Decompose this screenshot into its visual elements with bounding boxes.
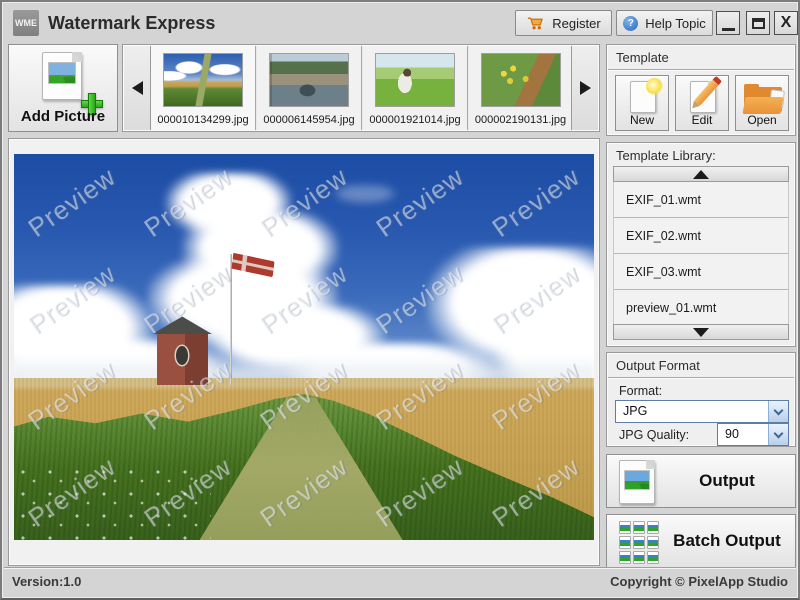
format-label: Format: xyxy=(619,384,662,398)
divider xyxy=(608,69,794,70)
template-group-title: Template xyxy=(616,50,669,65)
thumbnail-image xyxy=(269,53,349,107)
format-value: JPG xyxy=(623,401,647,422)
library-scroll-up-button[interactable] xyxy=(613,166,789,182)
thumbnail-filename: 000002190131.jpg xyxy=(469,114,572,126)
status-bar: Version:1.0 Copyright © PixelApp Studio xyxy=(4,567,796,596)
thumbnail-image xyxy=(375,53,455,107)
library-item[interactable]: EXIF_03.wmt xyxy=(614,254,788,290)
scroll-right-button[interactable] xyxy=(571,46,598,130)
chevron-down-icon xyxy=(693,328,709,337)
maximize-icon xyxy=(752,18,765,29)
divider xyxy=(608,377,794,378)
thumbnail-filename: 000001921014.jpg xyxy=(363,114,467,126)
template-new-button[interactable]: New xyxy=(615,75,669,131)
chevron-right-icon xyxy=(580,81,591,95)
library-item[interactable]: preview_01.wmt xyxy=(614,290,788,326)
register-label: Register xyxy=(552,16,600,31)
chevron-down-icon xyxy=(774,405,784,415)
minimize-button[interactable] xyxy=(716,11,740,35)
new-glow-icon xyxy=(646,78,663,95)
batch-output-label: Batch Output xyxy=(665,515,789,567)
cart-icon xyxy=(526,15,545,31)
thumbnail-item[interactable]: 000002190131.jpg xyxy=(469,46,573,130)
template-group: Template New Edit Open xyxy=(606,44,796,136)
template-library-title: Template Library: xyxy=(616,148,716,163)
thumbnail-item[interactable]: 000006145954.jpg xyxy=(257,46,362,130)
thumbnail-filename: 000006145954.jpg xyxy=(257,114,361,126)
library-item[interactable]: EXIF_02.wmt xyxy=(614,218,788,254)
thumbnail-image xyxy=(163,53,243,107)
thumbnail-strip: 000010134299.jpg 000006145954.jpg 000001… xyxy=(122,44,600,132)
thumbnail-item[interactable]: 000010134299.jpg xyxy=(151,46,256,130)
template-library-list: EXIF_01.wmt EXIF_02.wmt EXIF_03.wmt prev… xyxy=(613,182,789,326)
close-button[interactable]: X xyxy=(774,11,798,35)
watermark-layer: PreviewPreviewPreviewPreviewPreviewPrevi… xyxy=(14,154,594,540)
library-scroll-down-button[interactable] xyxy=(613,324,789,340)
quality-label: JPG Quality: xyxy=(619,428,689,442)
preview-panel: PreviewPreviewPreviewPreviewPreviewPrevi… xyxy=(8,138,600,566)
chevron-up-icon xyxy=(693,170,709,179)
output-label: Output xyxy=(665,455,789,507)
thumbnail-image xyxy=(481,53,561,107)
open-label: Open xyxy=(736,113,788,127)
template-open-button[interactable]: Open xyxy=(735,75,789,131)
output-button[interactable]: Output xyxy=(606,454,796,508)
version-text: Version:1.0 xyxy=(12,568,81,596)
dropdown-arrow-button[interactable] xyxy=(768,424,788,445)
quality-dropdown[interactable]: 90 xyxy=(717,423,789,446)
template-library-group: Template Library: EXIF_01.wmt EXIF_02.wm… xyxy=(606,142,796,347)
edit-label: Edit xyxy=(676,113,728,127)
preview-photo: PreviewPreviewPreviewPreviewPreviewPrevi… xyxy=(14,154,594,540)
format-dropdown[interactable]: JPG xyxy=(615,400,789,423)
add-picture-icon xyxy=(42,52,82,100)
copyright-text: Copyright © PixelApp Studio xyxy=(610,568,788,596)
scroll-left-button[interactable] xyxy=(124,46,151,130)
app-logo-icon: WME xyxy=(13,10,39,36)
thumbnail-filename: 000010134299.jpg xyxy=(151,114,255,126)
minimize-icon xyxy=(722,28,735,31)
output-format-group: Output Format Format: JPG JPG Quality: 9… xyxy=(606,352,796,447)
thumbnail-item[interactable]: 000001921014.jpg xyxy=(363,46,468,130)
title-bar: WME Watermark Express Register ? Help To… xyxy=(4,4,796,42)
register-button[interactable]: Register xyxy=(515,10,612,36)
template-edit-button[interactable]: Edit xyxy=(675,75,729,131)
chevron-down-icon xyxy=(774,428,784,438)
new-label: New xyxy=(616,113,668,127)
add-picture-button[interactable]: Add Picture xyxy=(8,44,118,132)
output-format-title: Output Format xyxy=(616,358,700,373)
add-picture-label: Add Picture xyxy=(9,108,117,125)
open-folder-icon xyxy=(744,84,782,114)
maximize-button[interactable] xyxy=(746,11,770,35)
help-topic-button[interactable]: ? Help Topic xyxy=(616,10,713,36)
dropdown-arrow-button[interactable] xyxy=(768,401,788,422)
help-icon: ? xyxy=(623,16,638,31)
picture-thumbnail-graphic xyxy=(48,62,76,84)
output-icon xyxy=(619,460,655,504)
window-title: Watermark Express xyxy=(48,4,215,42)
library-item[interactable]: EXIF_01.wmt xyxy=(614,182,788,218)
batch-output-button[interactable]: Batch Output xyxy=(606,514,796,568)
batch-output-icon xyxy=(619,521,665,565)
help-label: Help Topic xyxy=(645,16,705,31)
chevron-left-icon xyxy=(132,81,143,95)
quality-value: 90 xyxy=(725,424,739,445)
app-window: WME Watermark Express Register ? Help To… xyxy=(0,0,800,600)
